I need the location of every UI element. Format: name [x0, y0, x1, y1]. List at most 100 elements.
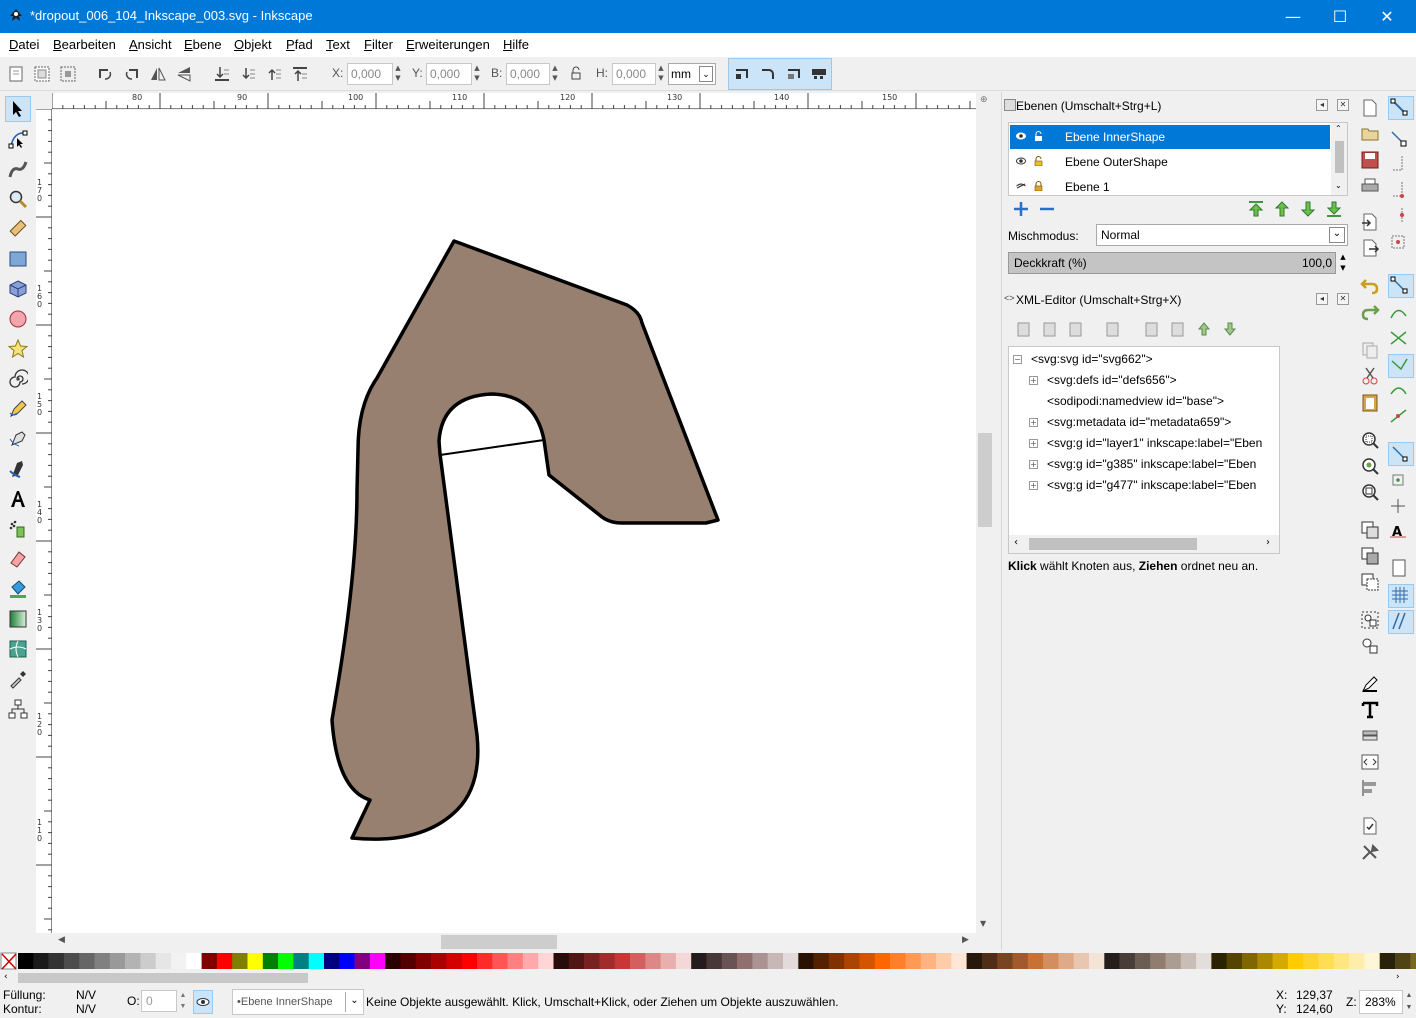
xml-node-g477[interactable]: <svg:g id="g477" inkscape:label="Eben: [1047, 478, 1256, 492]
scale-stroke-icon[interactable]: [733, 64, 753, 84]
menu-hilfe[interactable]: Hilfe: [503, 37, 529, 52]
snap-intersections-toggle[interactable]: [1388, 328, 1414, 352]
horizontal-ruler[interactable]: 80 90 100 110 120 130 140 150: [52, 93, 976, 109]
height-input[interactable]: 0,000: [612, 63, 656, 85]
flip-vertical-icon[interactable]: [174, 64, 194, 84]
select-all-icon[interactable]: [6, 64, 26, 84]
layers-iconify-icon[interactable]: ◂: [1316, 99, 1328, 111]
vertical-scrollbar[interactable]: ⊕ ▼: [976, 93, 994, 933]
rect-tool[interactable]: [5, 246, 31, 272]
opacity-input[interactable]: 0: [141, 990, 177, 1012]
width-input[interactable]: 0,000: [506, 63, 550, 85]
snap-grids-toggle[interactable]: [1388, 584, 1414, 608]
layer-visibility-toggle[interactable]: [193, 990, 213, 1014]
opacity-spinner[interactable]: ▲ ▼: [1338, 252, 1348, 274]
x-spinner[interactable]: ▲ ▼: [393, 63, 403, 85]
palette-scrollbar[interactable]: ‹ ›: [0, 970, 1416, 986]
group-icon[interactable]: [1360, 610, 1380, 630]
text-font-icon[interactable]: [1360, 700, 1380, 720]
enable-snapping-toggle[interactable]: [1388, 96, 1414, 120]
zoom-input[interactable]: 283%: [1359, 990, 1403, 1014]
snap-text-baseline-toggle[interactable]: A: [1388, 522, 1414, 546]
open-folder-icon[interactable]: [1360, 124, 1380, 144]
eye-closed-icon[interactable]: [1016, 181, 1026, 191]
zoom-selection-icon[interactable]: [1360, 430, 1380, 450]
menu-pfad[interactable]: Pfad: [286, 37, 313, 52]
snap-guides-toggle[interactable]: [1388, 610, 1414, 634]
scroll-left-icon[interactable]: ‹: [4, 972, 8, 982]
dropper-tool[interactable]: [5, 666, 31, 692]
rotate-ccw-icon[interactable]: [95, 64, 115, 84]
align-distribute-icon[interactable]: [1360, 778, 1380, 798]
star-tool[interactable]: [5, 336, 31, 362]
measure-tool[interactable]: [5, 216, 31, 242]
palette-scroll-thumb[interactable]: [18, 973, 308, 983]
mesh-tool[interactable]: [5, 636, 31, 662]
y-input[interactable]: 0,000: [426, 63, 472, 85]
fill-stroke-icon[interactable]: [1360, 674, 1380, 694]
unit-select[interactable]: mm ⌄: [668, 63, 716, 85]
scroll-right-icon[interactable]: ▶: [962, 935, 969, 945]
horizontal-scroll-thumb[interactable]: [441, 935, 557, 949]
indent-node-icon[interactable]: [1170, 321, 1186, 337]
scroll-down-icon[interactable]: ⌄: [1335, 181, 1342, 190]
zoom-corner-icon[interactable]: ⊕: [980, 95, 988, 105]
spiral-tool[interactable]: [5, 366, 31, 392]
copy-icon[interactable]: [1360, 340, 1380, 360]
connector-tool[interactable]: [5, 696, 31, 722]
raise-icon[interactable]: [264, 64, 284, 84]
eye-icon[interactable]: [1016, 131, 1026, 141]
x-input[interactable]: 0,000: [347, 63, 393, 85]
snap-object-centers-toggle[interactable]: [1388, 470, 1414, 494]
vertical-ruler[interactable]: 170 160 150 140 130 120 110: [36, 109, 52, 933]
menu-text[interactable]: Text: [326, 37, 350, 52]
xml-node-g385[interactable]: <svg:g id="g385" inkscape:label="Eben: [1047, 457, 1256, 471]
ungroup-icon[interactable]: [1360, 636, 1380, 656]
node-tool[interactable]: [5, 126, 31, 152]
zoom-tool[interactable]: [5, 186, 31, 212]
selector-tool[interactable]: [5, 96, 31, 122]
new-text-node-icon[interactable]: [1042, 321, 1058, 337]
menu-filter[interactable]: Filter: [364, 37, 393, 52]
lock-ratio-icon[interactable]: [566, 64, 586, 84]
layer-to-bottom-icon[interactable]: [1325, 200, 1343, 218]
calligraphy-tool[interactable]: [5, 456, 31, 482]
outer-shape[interactable]: [330, 239, 720, 841]
eye-icon[interactable]: [1016, 156, 1026, 166]
pen-tool[interactable]: [5, 426, 31, 452]
tweak-tool[interactable]: [5, 156, 31, 182]
snap-paths-toggle[interactable]: [1388, 302, 1414, 326]
print-icon[interactable]: [1360, 176, 1380, 196]
spray-tool[interactable]: [5, 516, 31, 542]
xml-hscrollbar[interactable]: ‹ ›: [1009, 535, 1279, 553]
snap-bbox-edge-toggle[interactable]: [1388, 154, 1414, 178]
close-button[interactable]: ✕: [1364, 0, 1410, 33]
xml-node-defs[interactable]: <svg:defs id="defs656">: [1047, 373, 1177, 387]
text-tool[interactable]: [5, 486, 31, 512]
menu-objekt[interactable]: Objekt: [234, 37, 272, 52]
move-patterns-icon[interactable]: [809, 64, 829, 84]
scale-corners-icon[interactable]: [759, 64, 779, 84]
snap-smooth-toggle[interactable]: [1388, 380, 1414, 404]
color-palette[interactable]: [0, 952, 1416, 970]
scroll-left-icon[interactable]: ◀: [58, 935, 65, 945]
layer-to-top-icon[interactable]: [1247, 200, 1265, 218]
minimize-button[interactable]: —: [1270, 0, 1316, 33]
3dbox-tool[interactable]: [5, 276, 31, 302]
xml-node-namedview[interactable]: <sodipodi:namedview id="base">: [1047, 394, 1224, 408]
layers-close-icon[interactable]: ✕: [1337, 99, 1349, 111]
snap-bbox-center-toggle[interactable]: [1388, 232, 1414, 256]
pencil-tool[interactable]: [5, 396, 31, 422]
locked-icon[interactable]: [1034, 181, 1043, 191]
layer-scroll-thumb[interactable]: [1335, 141, 1344, 173]
export-icon[interactable]: [1360, 238, 1380, 258]
preferences-icon[interactable]: [1360, 842, 1380, 862]
expand-icon[interactable]: +: [1029, 460, 1038, 469]
inner-shape-line[interactable]: [439, 439, 545, 456]
duplicate-icon[interactable]: [1360, 520, 1380, 540]
layer-list-scrollbar[interactable]: ⌃ ⌄: [1331, 123, 1347, 195]
flip-horizontal-icon[interactable]: [148, 64, 168, 84]
snap-bbox-corner-toggle[interactable]: [1388, 180, 1414, 204]
duplicate-node-icon[interactable]: [1068, 321, 1084, 337]
import-icon[interactable]: [1360, 212, 1380, 232]
